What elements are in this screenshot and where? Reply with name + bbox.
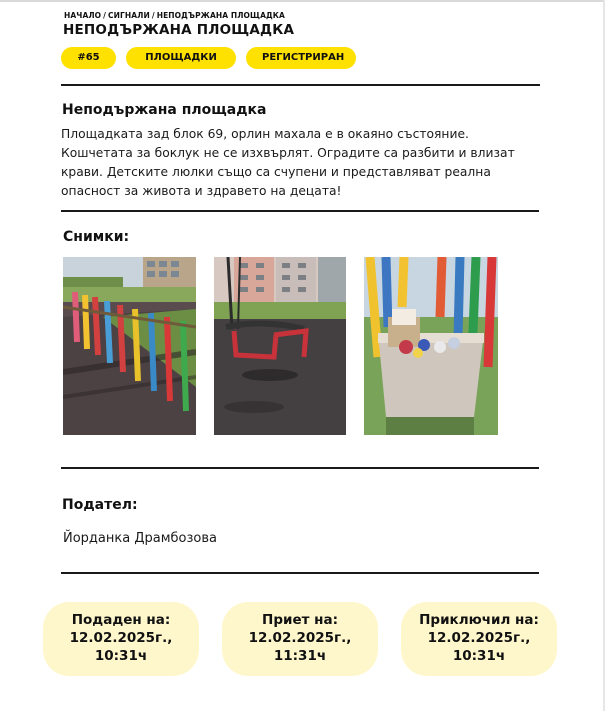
status-badge: РЕГИСТРИРАН (246, 47, 356, 69)
submitted-label: Подаден на: (71, 612, 171, 628)
badge-row: #65 ПЛОЩАДКИ РЕГИСТРИРАН (61, 47, 356, 69)
description-text: Площадката зад блок 69, орлин махала е в… (61, 127, 515, 198)
playground-fence-photo[interactable] (63, 257, 196, 435)
filer-name: Йорданка Драмбозова (63, 531, 217, 546)
page-title: НЕПОДЪРЖАНА ПЛОЩАДКА (63, 22, 295, 38)
description-title: Неподържана площадка (62, 102, 267, 118)
breadcrumb-home-link[interactable]: НАЧАЛО (64, 11, 101, 20)
accepted-date: 12.02.2025г., (248, 630, 352, 646)
submitted-date-card: Подаден на: 12.02.2025г., 10:31ч (43, 602, 199, 676)
divider (61, 84, 540, 86)
accepted-date-card: Приет на: 12.02.2025г., 11:31ч (222, 602, 378, 676)
divider (61, 467, 539, 469)
breadcrumb-separator: / (103, 11, 106, 20)
broken-swing-image (214, 257, 346, 435)
category-badge[interactable]: ПЛОЩАДКИ (126, 47, 236, 69)
closed-date-card: Приключил на: 12.02.2025г., 10:31ч (401, 602, 557, 676)
submitted-time: 10:31ч (94, 648, 148, 664)
breadcrumb-signals-link[interactable]: СИГНАЛИ (108, 11, 150, 20)
filer-title: Подател: (62, 497, 138, 513)
divider (61, 572, 539, 574)
broken-swing-photo[interactable] (214, 257, 346, 435)
overflowing-bin-image (364, 257, 498, 435)
submitted-date: 12.02.2025г., (69, 630, 173, 646)
breadcrumb-separator: / (151, 11, 155, 20)
playground-fence-image (63, 257, 196, 435)
closed-label: Приключил на: (419, 612, 539, 628)
breadcrumb: НАЧАЛО / СИГНАЛИ / НЕПОДЪРЖАНА ПЛОЩАДКА (64, 11, 285, 20)
overflowing-bin-photo[interactable] (364, 257, 498, 435)
signal-id-badge: #65 (61, 47, 116, 69)
top-border (0, 0, 605, 2)
divider (61, 210, 539, 212)
breadcrumb-current: НЕПОДЪРЖАНА ПЛОЩАДКА (156, 11, 285, 20)
closed-date: 12.02.2025г., (427, 630, 531, 646)
photos-title: Снимки: (63, 229, 130, 245)
accepted-label: Приет на: (262, 612, 338, 628)
accepted-time: 11:31ч (273, 648, 327, 664)
closed-time: 10:31ч (452, 648, 506, 664)
